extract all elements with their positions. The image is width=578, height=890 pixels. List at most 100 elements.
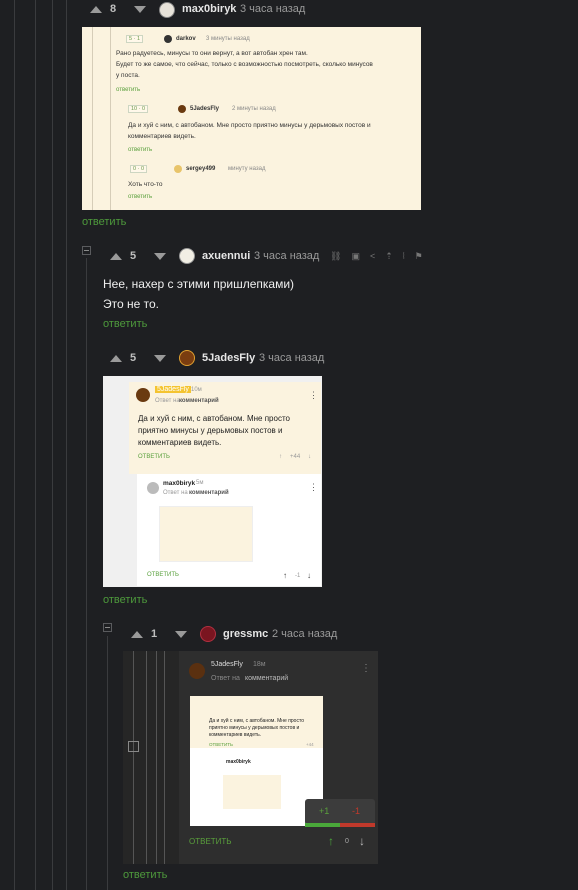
comment-time: минуту назад bbox=[228, 166, 266, 172]
downvote-icon[interactable] bbox=[175, 630, 188, 638]
comment-time[interactable]: 3 часа назад bbox=[240, 3, 305, 15]
score: 0 bbox=[345, 838, 349, 845]
embedded-screenshot[interactable]: 5 · 1 darkov 3 минуты назад Рано радуете… bbox=[82, 27, 421, 210]
answer-to-label: Ответ на bbox=[211, 675, 240, 682]
score: -1 bbox=[295, 573, 301, 579]
thread-line bbox=[156, 651, 157, 864]
downvote-icon[interactable] bbox=[154, 354, 167, 362]
vote-count: 5 bbox=[130, 250, 137, 262]
thread-line bbox=[107, 636, 108, 890]
avatar bbox=[136, 388, 150, 402]
reply-link[interactable]: ответить bbox=[103, 318, 147, 330]
reply-link: ответить bbox=[128, 147, 153, 153]
more-icon[interactable]: ⦚ bbox=[403, 251, 405, 262]
vote-box: 0 · 0 bbox=[130, 165, 148, 173]
username: max0biryk bbox=[226, 759, 251, 765]
username[interactable]: gressmc bbox=[223, 628, 268, 640]
reply-link: ОТВЕТИТЬ bbox=[209, 742, 233, 747]
thread-line bbox=[110, 27, 111, 210]
comment-time: 2 минуты назад bbox=[232, 106, 276, 112]
share-icon[interactable]: < bbox=[370, 251, 375, 262]
comment-time: 5м bbox=[196, 480, 204, 486]
comment-text: Да и хуй с ним, с автобаном. Мне просто … bbox=[128, 122, 371, 129]
embedded-screenshot[interactable]: 5JadesFly 18м Ответ на комментарий ⋮ Да … bbox=[123, 651, 378, 864]
username: 5JadesFly bbox=[190, 106, 220, 112]
nested-screenshot-thumbnail bbox=[223, 775, 281, 809]
expand-up-icon[interactable]: ⇡ bbox=[385, 251, 393, 262]
collapse-icon[interactable] bbox=[82, 246, 91, 255]
answer-to-label: Ответ на bbox=[155, 398, 180, 404]
reply-link: ответить bbox=[128, 194, 153, 200]
comment-text: приятно минусы у дерьмовых постов и bbox=[138, 426, 283, 435]
vote-count: 5 bbox=[130, 352, 137, 364]
vote-popup bbox=[305, 799, 375, 825]
upvote-icon[interactable] bbox=[110, 354, 122, 362]
comment-text: Будет то же самое, что сейчас, только с … bbox=[116, 61, 373, 68]
link-icon[interactable]: ⛓ bbox=[330, 251, 341, 262]
avatar[interactable] bbox=[159, 2, 175, 18]
reply-link[interactable]: ответить bbox=[123, 869, 167, 881]
comment-time[interactable]: 3 часа назад bbox=[254, 250, 319, 262]
thread-line bbox=[66, 0, 67, 890]
username[interactable]: axuennui bbox=[202, 250, 250, 262]
avatar[interactable] bbox=[179, 248, 195, 264]
username[interactable]: max0biryk bbox=[182, 3, 236, 15]
comment-text: Хоть что-то bbox=[128, 181, 163, 188]
collapse-icon[interactable] bbox=[103, 623, 112, 632]
downvote-icon[interactable] bbox=[154, 252, 167, 260]
upvote-icon[interactable] bbox=[90, 5, 102, 13]
save-icon[interactable]: ▣ bbox=[351, 251, 360, 262]
comment-text: у поста. bbox=[116, 72, 140, 79]
arrow-down-icon: ↓ bbox=[308, 454, 311, 460]
username[interactable]: 5JadesFly bbox=[202, 352, 255, 364]
reply-link: ответить bbox=[116, 87, 141, 93]
vote-box: 8 bbox=[90, 3, 147, 15]
vote-box: 5 · 1 bbox=[126, 35, 144, 43]
comment-time[interactable]: 3 часа назад bbox=[259, 352, 324, 364]
plus-vote: +1 bbox=[319, 806, 330, 816]
username: 5JadesFly bbox=[211, 661, 243, 668]
thread-line bbox=[52, 0, 53, 890]
arrow-up-icon: ↑ bbox=[283, 571, 287, 580]
arrow-down-icon: ↓ bbox=[359, 834, 365, 848]
avatar bbox=[189, 663, 205, 679]
thread-line bbox=[146, 651, 147, 864]
comment-text: Да и хуй с ним, с автобаном. Мне просто bbox=[138, 414, 290, 423]
comment-text: комментариев видеть. bbox=[128, 133, 196, 140]
upvote-icon[interactable] bbox=[131, 630, 143, 638]
vote-count: 1 bbox=[151, 628, 158, 640]
embedded-screenshot[interactable]: 5JadesFly 10м Ответ на комментарий ⋮ Да … bbox=[103, 376, 322, 587]
username: darkov bbox=[176, 36, 196, 42]
avatar[interactable] bbox=[179, 350, 195, 366]
vote-count: 8 bbox=[110, 3, 117, 15]
collapse-icon bbox=[128, 741, 139, 752]
arrow-up-icon: ↑ bbox=[328, 834, 334, 848]
reply-link: ОТВЕТИТЬ bbox=[189, 837, 232, 846]
reply-link[interactable]: ответить bbox=[82, 216, 126, 228]
upvote-icon[interactable] bbox=[110, 252, 122, 260]
thread-line bbox=[14, 0, 15, 890]
thread-line bbox=[164, 651, 165, 864]
answer-target: комментарий bbox=[179, 398, 219, 404]
avatar[interactable] bbox=[200, 626, 216, 642]
comment-text: комментариев видеть. bbox=[138, 438, 222, 447]
comment-time: 18м bbox=[253, 661, 266, 668]
more-vert-icon: ⋮ bbox=[361, 663, 371, 674]
vote-box: 5 bbox=[110, 352, 167, 364]
downvote-icon[interactable] bbox=[134, 5, 147, 13]
answer-target: комментарий bbox=[189, 490, 229, 496]
thread-line bbox=[86, 258, 87, 890]
comment-time: 3 минуты назад bbox=[206, 36, 250, 42]
nested-screenshot-thumbnail bbox=[159, 506, 253, 562]
avatar bbox=[178, 105, 186, 113]
vote-box: 10 · 0 bbox=[128, 105, 149, 113]
minus-vote: -1 bbox=[352, 806, 361, 816]
answer-to-label: Ответ на bbox=[163, 490, 188, 496]
flag-icon[interactable]: ⚑ bbox=[415, 251, 423, 262]
comment-text: Нее, нахер с этими пришлепками) bbox=[103, 277, 295, 291]
comment-time[interactable]: 2 часа назад bbox=[272, 628, 337, 640]
more-vert-icon: ⋮ bbox=[309, 482, 318, 492]
vote-box: 1 bbox=[131, 628, 188, 640]
reply-link[interactable]: ответить bbox=[103, 594, 147, 606]
comment-text: Да и хуй с ним, с автобаном. Мне просто bbox=[209, 718, 304, 724]
